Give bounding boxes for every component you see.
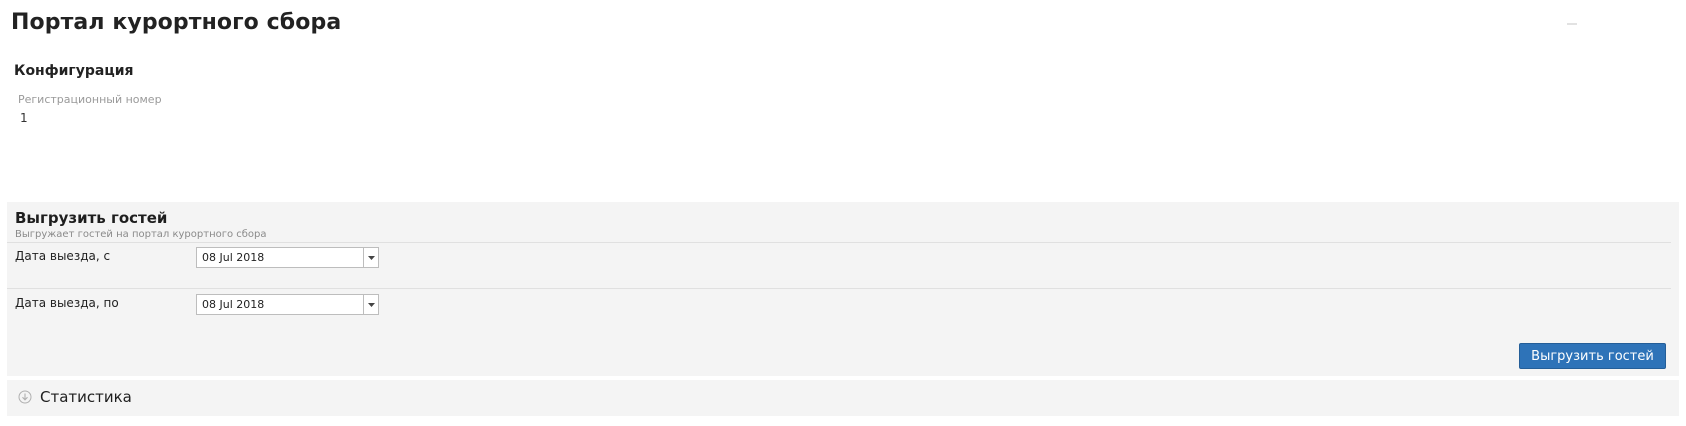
statistics-panel[interactable]: Статистика — [7, 380, 1679, 416]
chevron-down-icon — [367, 255, 375, 260]
export-panel-subtitle: Выгружает гостей на портал курортного сб… — [15, 229, 267, 240]
minimize-handle[interactable] — [1567, 23, 1577, 25]
statistics-title[interactable]: Статистика — [40, 388, 132, 406]
date-from-label: Дата выезда, с — [15, 249, 111, 263]
date-from-dropdown-button[interactable] — [363, 248, 378, 267]
export-guests-panel: Выгрузить гостей Выгружает гостей на пор… — [7, 202, 1679, 376]
date-to-label: Дата выезда, по — [15, 296, 119, 310]
date-from-value: 08 Jul 2018 — [202, 251, 265, 264]
date-from-field[interactable]: 08 Jul 2018 — [196, 247, 379, 268]
date-to-dropdown-button[interactable] — [363, 295, 378, 314]
divider — [7, 288, 1671, 289]
reg-number-value: 1 — [20, 111, 28, 125]
export-guests-button[interactable]: Выгрузить гостей — [1519, 343, 1666, 369]
config-section-title: Конфигурация — [14, 63, 134, 79]
date-to-field[interactable]: 08 Jul 2018 — [196, 294, 379, 315]
expand-circle-icon[interactable] — [18, 390, 32, 404]
page-title: Портал курортного сбора — [11, 10, 342, 35]
export-panel-title: Выгрузить гостей — [15, 209, 168, 227]
reg-number-label: Регистрационный номер — [18, 93, 162, 106]
divider — [7, 242, 1671, 243]
date-to-value: 08 Jul 2018 — [202, 298, 265, 311]
chevron-down-icon — [367, 302, 375, 307]
